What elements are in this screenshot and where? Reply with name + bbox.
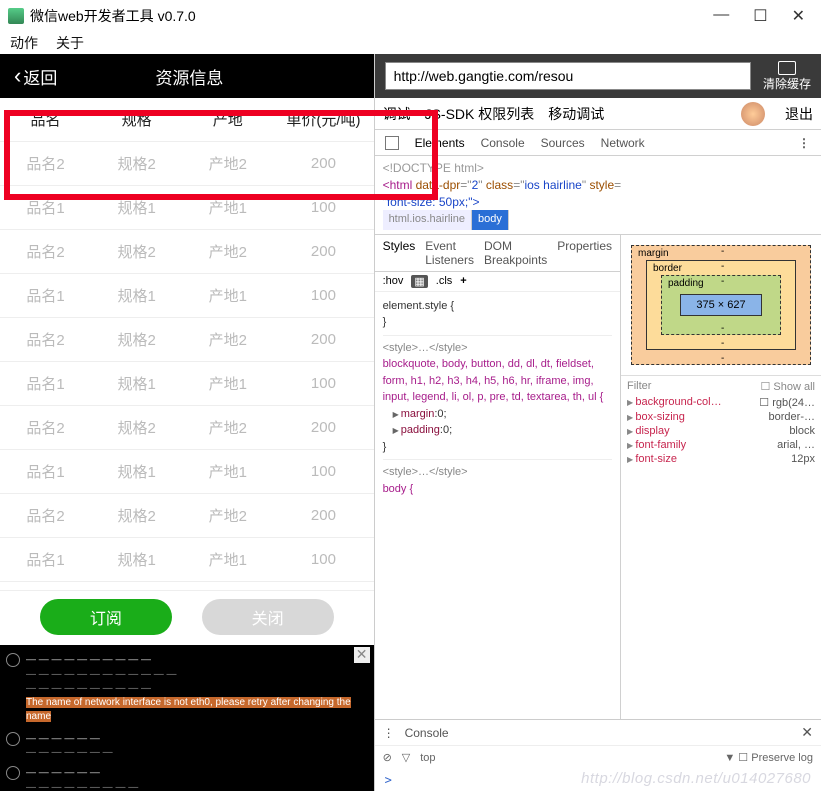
style-tabs: Styles Event Listeners DOM Breakpoints P… bbox=[375, 235, 620, 272]
inspect-icon[interactable] bbox=[385, 136, 399, 150]
minimize-button[interactable]: — bbox=[713, 6, 729, 26]
showall-checkbox[interactable]: Show all bbox=[773, 381, 815, 393]
sim-console: ✕ — — — — — — — — — — — — — — — — — — — … bbox=[0, 645, 374, 791]
doctype-line: <!DOCTYPE html> bbox=[383, 160, 813, 177]
box-content: 375 × 627 bbox=[680, 294, 762, 316]
close-button-sim[interactable]: 关闭 bbox=[202, 599, 334, 635]
table-row[interactable]: 品名2规格2产地2200 bbox=[0, 494, 374, 538]
add-rule-icon[interactable]: + bbox=[460, 275, 466, 287]
menubar: 动作 关于 bbox=[0, 32, 821, 54]
window-titlebar: 微信web开发者工具 v0.7.0 — ☐ ✕ bbox=[0, 0, 821, 32]
window-title: 微信web开发者工具 v0.7.0 bbox=[30, 6, 196, 26]
computed-row[interactable]: font-size12px bbox=[627, 452, 815, 466]
computed-pane: margin- border- padding- 375 × 627 - - -… bbox=[621, 235, 821, 719]
app-icon bbox=[8, 8, 24, 24]
tab-debug[interactable]: 调试 bbox=[383, 104, 411, 124]
tab-sources[interactable]: Sources bbox=[541, 136, 585, 150]
tab-props[interactable]: Properties bbox=[557, 239, 612, 267]
tab-logout[interactable]: 退出 bbox=[785, 104, 813, 124]
computed-row[interactable]: background-col…☐ rgb(24… bbox=[627, 395, 815, 410]
tab-console[interactable]: Console bbox=[481, 136, 525, 150]
tab-network[interactable]: Network bbox=[601, 136, 645, 150]
page-title: 资源信息 bbox=[19, 64, 359, 89]
crumb-html[interactable]: html.ios.hairline bbox=[383, 210, 472, 229]
url-input[interactable] bbox=[385, 62, 751, 90]
devtools-tabs: Elements Console Sources Network ⋮ bbox=[375, 130, 821, 156]
swatch-icon[interactable]: ▦ bbox=[411, 275, 427, 288]
close-button[interactable]: ✕ bbox=[792, 6, 805, 26]
col-price: 单价(元/吨) bbox=[273, 109, 373, 130]
hov-toggle[interactable]: :hov bbox=[383, 275, 404, 287]
simulator-panel: ‹ 返回 资源信息 品名 规格 产地 单价(元/吨) 品名2规格2产地2200品… bbox=[0, 54, 374, 791]
breadcrumb: html.ios.hairline body bbox=[383, 210, 813, 229]
html-source[interactable]: <!DOCTYPE html> <html data-dpr="2" class… bbox=[375, 156, 821, 234]
styles-pane: Styles Event Listeners DOM Breakpoints P… bbox=[375, 235, 621, 719]
computed-row[interactable]: font-familyarial, … bbox=[627, 438, 815, 452]
console-warning: The name of network interface is not eth… bbox=[26, 697, 351, 722]
sim-header: ‹ 返回 资源信息 bbox=[0, 54, 374, 98]
crumb-body[interactable]: body bbox=[472, 210, 509, 229]
devtools-panel: 清除缓存 调试 JS-SDK 权限列表 移动调试 退出 Elements Con… bbox=[374, 54, 821, 791]
table-row[interactable]: 品名1规格1产地1100 bbox=[0, 186, 374, 230]
filter-label[interactable]: Filter bbox=[627, 380, 651, 392]
col-spec: 规格 bbox=[91, 109, 182, 130]
table-row[interactable]: 品名1规格1产地1100 bbox=[0, 538, 374, 582]
menu-about[interactable]: 关于 bbox=[56, 33, 84, 53]
button-row: 订阅 关闭 bbox=[0, 590, 374, 643]
col-origin: 产地 bbox=[182, 109, 273, 130]
watermark: http://blog.csdn.net/u014027680 bbox=[581, 770, 811, 787]
col-name: 品名 bbox=[0, 109, 91, 130]
style-filter-row: :hov ▦ .cls + bbox=[375, 272, 620, 292]
table-row[interactable]: 品名1规格1产地1100 bbox=[0, 362, 374, 406]
tab-listeners[interactable]: Event Listeners bbox=[425, 239, 474, 267]
console-toolbar: ⊘ ▽ top ▼ ☐ Preserve log bbox=[375, 745, 821, 769]
computed-row[interactable]: box-sizingborder-… bbox=[627, 410, 815, 424]
box-model: margin- border- padding- 375 × 627 - - - bbox=[621, 235, 821, 375]
tab-dom-bp[interactable]: DOM Breakpoints bbox=[484, 239, 547, 267]
tab-mobile[interactable]: 移动调试 bbox=[548, 104, 604, 124]
table-header: 品名 规格 产地 单价(元/吨) bbox=[0, 98, 374, 142]
tab-styles[interactable]: Styles bbox=[383, 239, 416, 267]
menu-action[interactable]: 动作 bbox=[10, 33, 38, 53]
drawer-close-icon[interactable]: ✕ bbox=[801, 724, 813, 741]
clear-cache-label: 清除缓存 bbox=[763, 77, 811, 91]
computed-list: Filter☐ Show all background-col…☐ rgb(24… bbox=[621, 375, 821, 468]
avatar[interactable] bbox=[741, 102, 765, 126]
drawer-menu-icon[interactable]: ⋮ bbox=[383, 726, 395, 740]
cls-toggle[interactable]: .cls bbox=[436, 275, 453, 287]
filter-icon[interactable]: ▽ bbox=[402, 751, 410, 764]
tab-jssdk[interactable]: JS-SDK 权限列表 bbox=[425, 104, 535, 124]
preserve-log-checkbox[interactable]: Preserve log bbox=[751, 752, 813, 764]
computed-row[interactable]: displayblock bbox=[627, 424, 815, 438]
console-tab[interactable]: Console bbox=[405, 726, 449, 740]
table-row[interactable]: 品名2规格2产地2200 bbox=[0, 142, 374, 186]
table-row[interactable]: 品名1规格1产地1100 bbox=[0, 450, 374, 494]
table-row[interactable]: 品名2规格2产地2200 bbox=[0, 406, 374, 450]
table-row[interactable]: 品名2规格2产地2200 bbox=[0, 230, 374, 274]
console-drawer-tab: ⋮ Console ✕ bbox=[375, 719, 821, 745]
cache-icon bbox=[778, 61, 796, 75]
maximize-button[interactable]: ☐ bbox=[753, 6, 767, 26]
clear-cache-button[interactable]: 清除缓存 bbox=[763, 61, 811, 91]
html-line3: "font-size: 50px;"> bbox=[383, 194, 813, 211]
clear-console-icon[interactable]: ⊘ bbox=[383, 751, 392, 764]
subscribe-button[interactable]: 订阅 bbox=[40, 599, 172, 635]
top-tabs: 调试 JS-SDK 权限列表 移动调试 退出 bbox=[375, 98, 821, 130]
more-icon[interactable]: ⋮ bbox=[798, 136, 811, 150]
table-row[interactable]: 品名2规格2产地2200 bbox=[0, 318, 374, 362]
table-row[interactable]: 品名1规格1产地1100 bbox=[0, 274, 374, 318]
console-close-icon[interactable]: ✕ bbox=[354, 647, 370, 663]
url-bar: 清除缓存 bbox=[375, 54, 821, 98]
tab-elements[interactable]: Elements bbox=[415, 136, 465, 150]
context-top[interactable]: top bbox=[420, 752, 435, 764]
style-rules[interactable]: element.style { } <style>…</style> block… bbox=[375, 292, 620, 719]
